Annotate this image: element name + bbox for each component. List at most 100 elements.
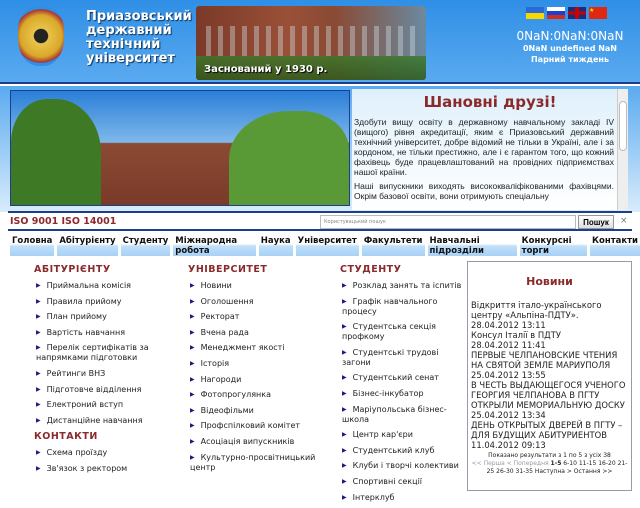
section-title: КОНТАКТИ bbox=[34, 431, 98, 443]
menu-link[interactable]: Ректорат bbox=[188, 312, 328, 322]
menu-link[interactable]: Спортивні секції bbox=[340, 477, 465, 487]
university-column: УНІВЕРСИТЕТ Новини Оголошення Ректорат Вчен… bbox=[188, 264, 328, 478]
news-headline[interactable]: ПЕРВЫЕ ЧЕЛПАНОВСКИЕ ЧТЕНИЯ НА СВЯТОЙ ЗЕМ… bbox=[471, 350, 628, 370]
contacts-links: Схема проїзду Зв'язок з ректором bbox=[34, 448, 174, 474]
menu-link[interactable]: Підготовче відділення bbox=[34, 385, 174, 395]
welcome-scrollbar[interactable] bbox=[617, 89, 628, 210]
pager-page[interactable]: 26-30 bbox=[496, 468, 513, 475]
news-date: 28.04.2012 11:41 bbox=[471, 340, 546, 350]
menu-link[interactable]: Перелік сертифікатів за напрямками підго… bbox=[34, 343, 174, 363]
news-item[interactable]: ДЕНЬ ОТКРЫТЫХ ДВЕРЕЙ В ПГТУ – ДЛЯ БУДУЩИ… bbox=[468, 420, 631, 450]
menu-link[interactable]: Студентський сенат bbox=[340, 373, 465, 383]
name-line: Приазовський bbox=[86, 9, 192, 24]
menu-link[interactable]: Бізнес-інкубатор bbox=[340, 389, 465, 399]
pager-first: << Перша bbox=[471, 460, 505, 467]
founded-caption: Заснований у 1930 р. bbox=[204, 64, 328, 75]
menu-link[interactable]: Менеджмент якості bbox=[188, 343, 328, 353]
menu-link[interactable]: Маріупольська бізнес-школа bbox=[340, 405, 465, 425]
applicants-links: Приймальна комісія Правила прийому План пр… bbox=[34, 281, 174, 426]
menu-link[interactable]: Дистанційне навчання bbox=[34, 416, 174, 426]
menu-link[interactable]: Правила прийому bbox=[34, 297, 174, 307]
menu-link[interactable]: Новини bbox=[188, 281, 328, 291]
nav-departments[interactable]: Навчальні підрозділи bbox=[427, 234, 517, 256]
welcome-title: Шановні друзі! bbox=[423, 93, 557, 111]
search-button[interactable]: Пошук bbox=[578, 215, 614, 229]
flag-ukraine-icon[interactable] bbox=[526, 7, 544, 19]
menu-link[interactable]: Культурно-просвітницький центр bbox=[188, 453, 328, 473]
menu-link[interactable]: Вчена рада bbox=[188, 328, 328, 338]
pager-page[interactable]: 31-35 bbox=[516, 468, 533, 475]
pager-last[interactable]: Остання >> bbox=[574, 468, 613, 475]
menu-link[interactable]: Інтерклуб bbox=[340, 493, 465, 503]
university-logo[interactable] bbox=[18, 6, 64, 66]
nav-tenders[interactable]: Конкурсні торги bbox=[519, 234, 588, 256]
search-input[interactable]: Користувацький пошук bbox=[320, 215, 576, 229]
news-item[interactable]: ПЕРВЫЕ ЧЕЛПАНОВСКИЕ ЧТЕНИЯ НА СВЯТОЙ ЗЕМ… bbox=[468, 350, 631, 380]
welcome-paragraph: Здобути вищу освіту в державному навчаль… bbox=[354, 117, 614, 177]
pager-page[interactable]: 11-15 bbox=[579, 460, 596, 467]
students-column: СТУДЕНТУ Розклад занять та іспитів Графік… bbox=[340, 264, 465, 508]
pager-page[interactable]: 6-10 bbox=[563, 460, 577, 467]
nav-faculties[interactable]: Факультети bbox=[361, 234, 425, 256]
name-line: технічний bbox=[86, 37, 161, 52]
menu-link[interactable]: Електроний вступ bbox=[34, 400, 174, 410]
nav-international[interactable]: Міжнародна робота bbox=[173, 234, 256, 256]
flag-russia-icon[interactable] bbox=[547, 7, 565, 19]
menu-link[interactable]: Оголошення bbox=[188, 297, 328, 307]
menu-link[interactable]: Зв'язок з ректором bbox=[34, 464, 174, 474]
nav-home[interactable]: Головна bbox=[10, 234, 55, 256]
week-parity: Парний тиждень bbox=[530, 55, 610, 64]
news-headline[interactable]: Консул Італії в ПДТУ bbox=[471, 330, 628, 340]
news-pager: Показано результати з 1 по 5 з усіх 38 <… bbox=[468, 452, 631, 476]
pager-next[interactable]: Наступна > bbox=[535, 468, 572, 475]
applicants-column: АБІТУРІЄНТУ Приймальна комісія Правила пр… bbox=[34, 264, 174, 480]
menu-link[interactable]: Центр кар'єри bbox=[340, 430, 465, 440]
menu-link[interactable]: Нагороди bbox=[188, 375, 328, 385]
pager-page[interactable]: 16-20 bbox=[598, 460, 615, 467]
news-headline[interactable]: ДЕНЬ ОТКРЫТЫХ ДВЕРЕЙ В ПГТУ – ДЛЯ БУДУЩИ… bbox=[471, 420, 628, 440]
nav-university[interactable]: Університет bbox=[295, 234, 359, 256]
menu-link[interactable]: Клуби і творчі колективи bbox=[340, 461, 465, 471]
intro-section: Шановні друзі! Здобути вищу освіту в дер… bbox=[0, 86, 640, 212]
university-links: Новини Оголошення Ректорат Вчена рада Менедж… bbox=[188, 281, 328, 473]
menu-link[interactable]: Історія bbox=[188, 359, 328, 369]
name-line: державний bbox=[86, 23, 172, 38]
news-item[interactable]: В ЧЕСТЬ ВЫДАЮЩЕГОСЯ УЧЕНОГО ГЕОРГИЯ ЧЕЛП… bbox=[468, 380, 631, 420]
nav-science[interactable]: Наука bbox=[258, 234, 293, 256]
name-line: університет bbox=[86, 51, 175, 66]
clear-search-icon[interactable]: × bbox=[620, 216, 628, 226]
menu-link[interactable]: Графік навчального процесу bbox=[340, 297, 465, 317]
menu-link[interactable]: Схема проїзду bbox=[34, 448, 174, 458]
menu-link[interactable]: Асоціація випускників bbox=[188, 437, 328, 447]
section-title: СТУДЕНТУ bbox=[340, 264, 402, 275]
menu-link[interactable]: План прийому bbox=[34, 312, 174, 322]
flag-uk-icon[interactable] bbox=[568, 7, 586, 19]
welcome-panel: Шановні друзі! Здобути вищу освіту в дер… bbox=[352, 89, 628, 210]
menu-link[interactable]: Студентський клуб bbox=[340, 446, 465, 456]
news-item[interactable]: Відкриття італо-українського центру «Аль… bbox=[468, 300, 631, 330]
menu-link[interactable]: Студентська секція профкому bbox=[340, 322, 465, 342]
university-name[interactable]: Приазовський державний технічний універс… bbox=[86, 10, 192, 66]
news-date: 28.04.2012 13:11 bbox=[471, 320, 546, 330]
menu-link[interactable]: Рейтинги ВНЗ bbox=[34, 369, 174, 379]
section-title: УНІВЕРСИТЕТ bbox=[188, 264, 268, 275]
menu-link[interactable]: Відеофільми bbox=[188, 406, 328, 416]
pager-prev: < Попередня bbox=[506, 460, 549, 467]
nav-applicants[interactable]: Абітурієнту bbox=[57, 234, 118, 256]
flag-china-icon[interactable]: ★ bbox=[589, 7, 607, 19]
nav-contacts[interactable]: Контакти bbox=[590, 234, 640, 256]
menu-link[interactable]: Приймальна комісія bbox=[34, 281, 174, 291]
menu-link[interactable]: Профспілковий комітет bbox=[188, 421, 328, 431]
iso-search-bar: ISO 9001 ISO 14001 Користувацький пошук … bbox=[8, 211, 632, 231]
news-date: 11.04.2012 09:13 bbox=[471, 440, 546, 450]
news-headline[interactable]: Відкриття італо-українського центру «Аль… bbox=[471, 300, 628, 320]
news-headline[interactable]: В ЧЕСТЬ ВЫДАЮЩЕГОСЯ УЧЕНОГО ГЕОРГИЯ ЧЕЛП… bbox=[471, 380, 628, 410]
menu-link[interactable]: Розклад занять та іспитів bbox=[340, 281, 465, 291]
news-item[interactable]: Консул Італії в ПДТУ 28.04.2012 11:41 bbox=[468, 330, 631, 350]
menu-link[interactable]: Студентські трудові загони bbox=[340, 348, 465, 368]
news-date: 25.04.2012 13:55 bbox=[471, 370, 546, 380]
results-summary: Показано результати з 1 по 5 з усіх 38 bbox=[488, 452, 611, 459]
menu-link[interactable]: Фотопрогулянка bbox=[188, 390, 328, 400]
menu-link[interactable]: Вартість навчання bbox=[34, 328, 174, 338]
nav-students[interactable]: Студенту bbox=[120, 234, 171, 256]
